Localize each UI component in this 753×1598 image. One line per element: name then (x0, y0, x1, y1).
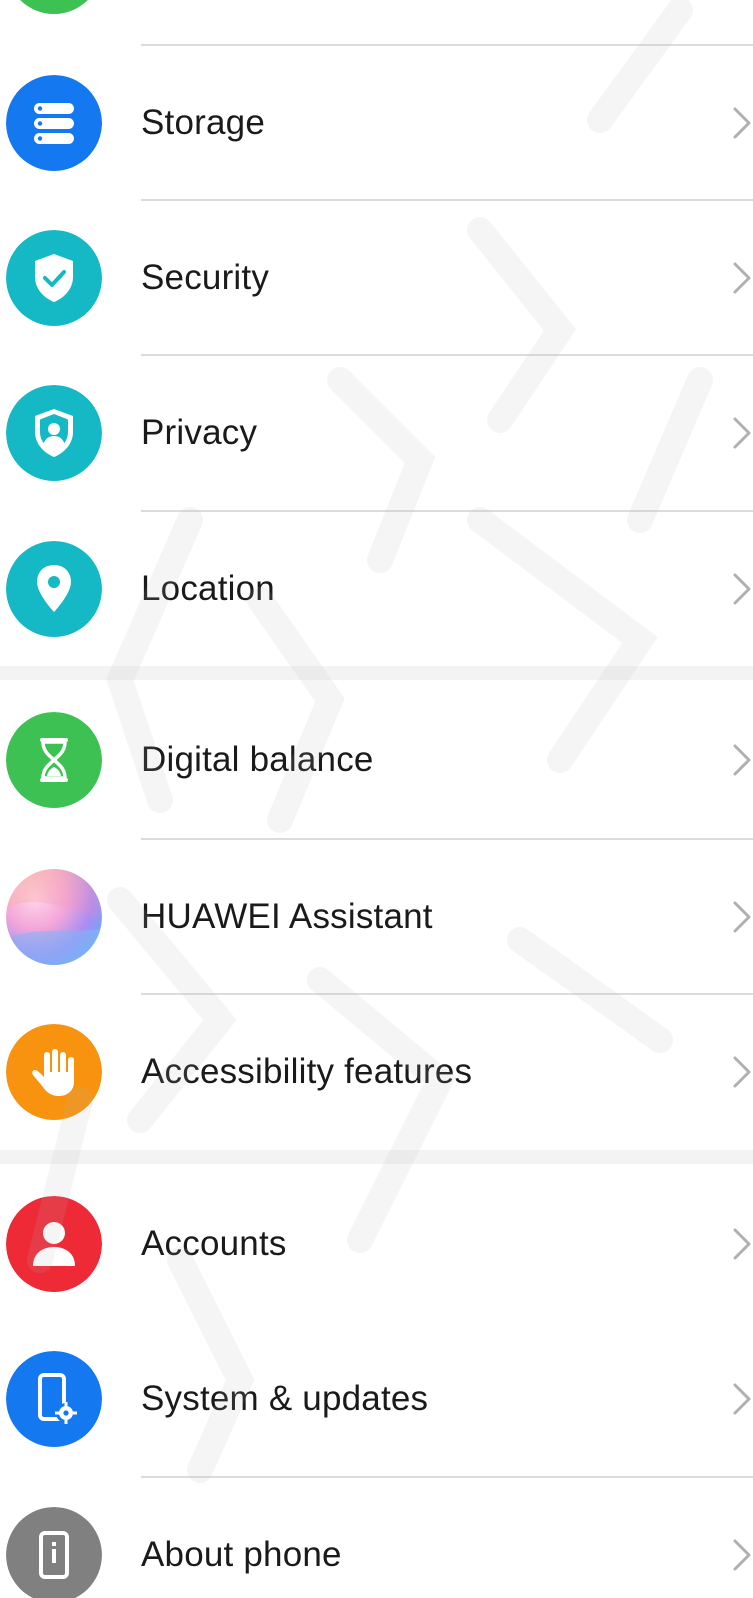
shield-check-icon (6, 230, 102, 326)
settings-item-security[interactable]: Security (0, 201, 753, 355)
settings-item-accessibility[interactable]: Accessibility features (0, 995, 753, 1149)
huawei-assistant-icon (6, 869, 102, 965)
hand-icon (6, 1024, 102, 1120)
settings-item-label: Digital balance (141, 740, 374, 779)
chevron-right-icon (731, 1381, 753, 1417)
location-pin-icon (6, 541, 102, 637)
settings-item-huawei-assistant[interactable]: HUAWEI Assistant (0, 840, 753, 994)
settings-item-location[interactable]: Location (0, 512, 753, 666)
chevron-right-icon (731, 899, 753, 935)
settings-item-accounts[interactable]: Accounts (0, 1167, 753, 1321)
settings-item-storage[interactable]: Storage (0, 46, 753, 200)
settings-item-digital-balance[interactable]: Digital balance (0, 683, 753, 837)
chevron-right-icon (731, 1054, 753, 1090)
settings-item-system-updates[interactable]: System & updates (0, 1322, 753, 1476)
settings-item-privacy[interactable]: Privacy (0, 356, 753, 510)
settings-item-label: Storage (141, 103, 265, 142)
hourglass-icon (6, 712, 102, 808)
chevron-right-icon (731, 105, 753, 141)
chevron-right-icon (731, 571, 753, 607)
chevron-right-icon (731, 260, 753, 296)
privacy-icon (6, 385, 102, 481)
settings-item-label: Security (141, 258, 270, 297)
partial-top-icon (6, 0, 102, 14)
section-divider (0, 1150, 753, 1164)
settings-item-label: Privacy (141, 413, 258, 452)
storage-icon (6, 75, 102, 171)
chevron-right-icon (731, 415, 753, 451)
chevron-right-icon (731, 1226, 753, 1262)
settings-item-label: HUAWEI Assistant (141, 897, 433, 936)
chevron-right-icon (731, 742, 753, 778)
chevron-right-icon (731, 1537, 753, 1573)
person-icon (6, 1196, 102, 1292)
settings-item-label: Accessibility features (141, 1052, 473, 1091)
settings-page: Storage Security Privacy Location Digita… (0, 0, 753, 1598)
section-divider (0, 666, 753, 680)
settings-item-label: System & updates (141, 1379, 429, 1418)
settings-item-label: Location (141, 569, 275, 608)
phone-info-icon (6, 1507, 102, 1598)
settings-item-label: Accounts (141, 1224, 287, 1263)
settings-item-about-phone[interactable]: About phone (0, 1478, 753, 1598)
settings-item-label: About phone (141, 1535, 342, 1574)
phone-gear-icon (6, 1351, 102, 1447)
